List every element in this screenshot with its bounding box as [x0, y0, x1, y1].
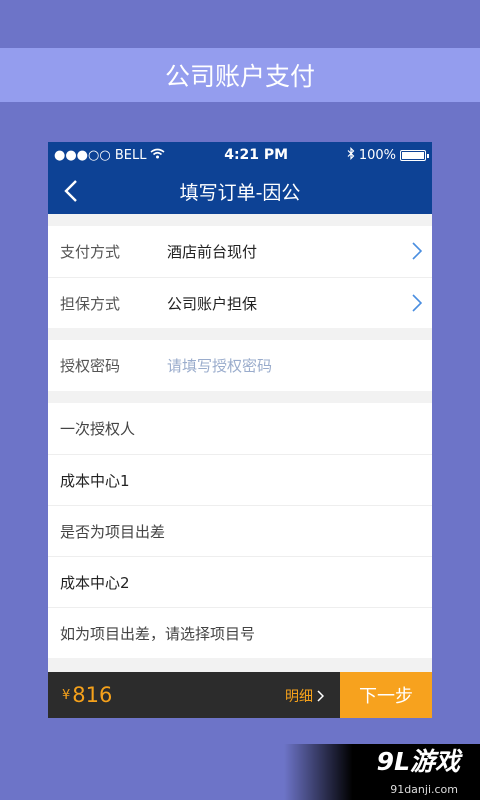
site-logo: 9L游戏	[376, 747, 460, 776]
site-url: 91danji.com	[390, 783, 458, 796]
cost-center-2-label: 成本中心2	[60, 573, 130, 592]
bluetooth-icon	[347, 146, 355, 164]
guarantee-method-value: 公司账户担保	[167, 294, 258, 313]
page-banner: 公司账户支付	[0, 48, 480, 102]
project-number-row[interactable]: 如为项目出差，请选择项目号	[48, 607, 432, 658]
phone-screen: ●●●○○ BELL 4:21 PM 100% 填写订单-因公 支付方式 酒店前…	[48, 142, 432, 718]
banner-title: 公司账户支付	[164, 62, 315, 91]
nav-bar: 填写订单-因公	[48, 168, 432, 214]
nav-title: 填写订单-因公	[179, 181, 301, 204]
battery-percent: 100%	[358, 147, 396, 163]
project-trip-label: 是否为项目出差	[60, 522, 166, 541]
payment-method-value: 酒店前台现付	[167, 243, 258, 261]
back-button[interactable]	[58, 178, 84, 204]
currency-symbol: ¥	[62, 687, 71, 703]
payment-section: 支付方式 酒店前台现付 担保方式 公司账户担保	[48, 226, 432, 328]
wifi-icon	[150, 148, 165, 163]
guarantee-method-label: 担保方式	[60, 294, 121, 313]
chevron-right-icon	[317, 690, 324, 702]
authorizer-label: 一次授权人	[60, 420, 136, 438]
order-footer: ¥ 816 明细 下一步	[48, 672, 432, 718]
cost-center-1-label: 成本中心1	[60, 471, 130, 490]
battery-icon	[400, 149, 429, 161]
project-trip-row[interactable]: 是否为项目出差	[48, 505, 432, 556]
status-time: 4:21 PM	[224, 147, 289, 163]
project-number-label: 如为项目出差，请选择项目号	[60, 624, 256, 643]
next-step-button[interactable]: 下一步	[340, 672, 432, 718]
cost-center-2-row[interactable]: 成本中心2	[48, 556, 432, 607]
total-price: 816	[72, 683, 113, 707]
status-bar: ●●●○○ BELL 4:21 PM 100%	[48, 142, 432, 168]
price-area: ¥ 816 明细	[48, 672, 340, 718]
payment-method-label: 支付方式	[60, 243, 121, 261]
cost-center-1-row[interactable]: 成本中心1	[48, 454, 432, 505]
auth-password-label: 授权密码	[60, 357, 121, 375]
details-section: 一次授权人 成本中心1 是否为项目出差 成本中心2 如为项目出差，请选择项目号	[48, 403, 432, 658]
chevron-right-icon	[412, 294, 423, 316]
payment-method-row[interactable]: 支付方式 酒店前台现付	[48, 226, 432, 277]
chevron-left-icon	[64, 180, 77, 202]
detail-label: 明细	[285, 689, 313, 705]
chevron-right-icon	[412, 242, 423, 264]
authorizer-row[interactable]: 一次授权人	[48, 403, 432, 454]
carrier-label: ●●●○○ BELL	[54, 147, 147, 163]
detail-link[interactable]: 明细	[285, 686, 324, 706]
guarantee-method-row[interactable]: 担保方式 公司账户担保	[48, 277, 432, 328]
auth-password-row[interactable]: 授权密码 请填写授权密码	[48, 340, 432, 391]
auth-password-input[interactable]: 请填写授权密码	[167, 355, 272, 376]
auth-section: 授权密码 请填写授权密码	[48, 340, 432, 391]
